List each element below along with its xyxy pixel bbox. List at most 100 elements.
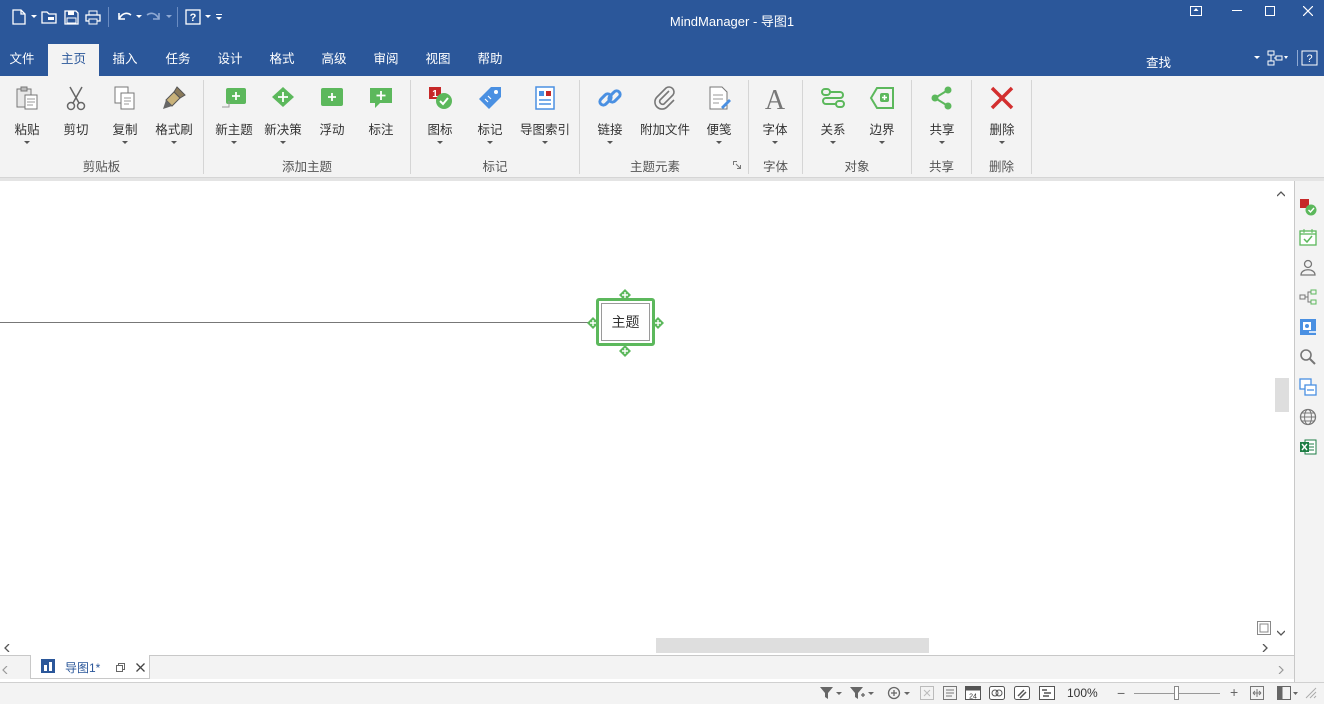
add-topic-handle-left[interactable] [587, 317, 599, 329]
layout-toggle-icon[interactable] [1276, 685, 1300, 701]
tag-view-icon[interactable] [1013, 685, 1031, 701]
scroll-right-icon[interactable] [1262, 641, 1268, 655]
tab-home[interactable]: 主页 [48, 44, 99, 76]
paste-button[interactable]: 粘贴 [8, 84, 46, 148]
horizontal-scroll-thumb[interactable] [656, 638, 929, 653]
chevron-down-icon [716, 141, 722, 144]
document-tab[interactable]: 导图1* [30, 655, 150, 679]
horizontal-scrollbar[interactable] [0, 637, 1274, 655]
ribbon-display-icon[interactable] [1181, 0, 1211, 22]
map-index-button[interactable]: 导图索引 [518, 84, 572, 148]
copy-icon [111, 84, 139, 112]
link-button[interactable]: 链接 [594, 84, 626, 148]
relationship-button[interactable]: 关系 [817, 84, 849, 148]
tab-insert[interactable]: 插入 [103, 44, 147, 76]
format-painter-button[interactable]: 格式刷 [152, 84, 196, 148]
fit-map-icon[interactable] [918, 685, 936, 701]
callout-button[interactable]: 标注 [365, 84, 397, 148]
close-tab-icon[interactable] [136, 661, 145, 675]
layout-icon[interactable] [1267, 48, 1289, 68]
markers-pane-icon[interactable] [1297, 196, 1319, 218]
maximize-icon[interactable] [1255, 0, 1285, 22]
chevron-down-icon [171, 141, 177, 144]
paperclip-icon [651, 84, 679, 112]
zoom-out-icon[interactable]: − [1117, 686, 1125, 700]
zoom-level: 100% [1067, 686, 1098, 700]
dialog-launcher-icon[interactable] [733, 158, 741, 169]
icon-button[interactable]: 1 图标 [424, 84, 456, 148]
chevron-down-icon[interactable] [1254, 48, 1260, 68]
link-icon [596, 84, 624, 112]
cut-button[interactable]: 剪切 [58, 84, 94, 148]
new-topic-button[interactable]: 新主题 [214, 84, 254, 148]
gantt-view-icon[interactable] [1038, 685, 1056, 701]
tab-task[interactable]: 任务 [156, 44, 200, 76]
close-icon[interactable] [1293, 0, 1323, 22]
tab-advanced[interactable]: 高级 [312, 44, 356, 76]
minimize-icon[interactable] [1222, 0, 1252, 22]
resources-icon[interactable] [1297, 256, 1319, 278]
notes-icon [705, 84, 733, 112]
group-label-objects: 对象 [844, 160, 870, 174]
copy-button[interactable]: 复制 [106, 84, 144, 148]
tag-button[interactable]: 标记 [474, 84, 506, 148]
map-parts-icon[interactable] [1297, 286, 1319, 308]
scroll-down-icon[interactable] [1276, 625, 1286, 639]
central-topic[interactable]: 主题 [596, 298, 655, 346]
tab-scroll-left-icon[interactable] [2, 663, 8, 677]
tab-file[interactable]: 文件 [0, 44, 44, 76]
window-title: MindManager - 导图1 [669, 14, 795, 29]
scroll-left-icon[interactable] [4, 641, 10, 655]
tab-help[interactable]: 帮助 [468, 44, 512, 76]
topic-expand-icon[interactable] [886, 685, 914, 701]
chevron-down-icon [607, 141, 613, 144]
zoom-in-icon[interactable]: + [1230, 685, 1238, 699]
share-button[interactable]: 共享 [926, 84, 958, 148]
tab-format[interactable]: 格式 [260, 44, 304, 76]
add-topic-handle-right[interactable] [652, 317, 664, 329]
scroll-up-icon[interactable] [1276, 186, 1286, 200]
outline-view-icon[interactable] [941, 685, 959, 701]
delete-icon [988, 84, 1016, 112]
tab-view[interactable]: 视图 [416, 44, 460, 76]
fit-page-icon[interactable] [1248, 685, 1266, 701]
scissors-icon [62, 84, 90, 112]
vertical-scroll-thumb[interactable] [1275, 378, 1289, 412]
overview-icon[interactable] [1257, 621, 1271, 638]
font-button[interactable]: A 字体 [759, 84, 791, 148]
tab-design[interactable]: 设计 [208, 44, 252, 76]
svg-text:24: 24 [969, 694, 977, 701]
filter-advanced-icon[interactable] [848, 685, 876, 701]
search-box[interactable]: 查找 [1146, 52, 1171, 71]
browser-icon[interactable] [1297, 376, 1319, 398]
tab-scroll-right-icon[interactable] [1278, 663, 1284, 677]
task-pane-icon[interactable] [1297, 226, 1319, 248]
add-topic-handle-top[interactable] [619, 289, 631, 301]
font-icon: A [761, 84, 789, 112]
tab-review[interactable]: 审阅 [364, 44, 408, 76]
resize-grip-icon[interactable] [1304, 685, 1318, 701]
attach-file-button[interactable]: 附加文件 [639, 84, 691, 148]
filter-icon[interactable] [818, 685, 844, 701]
chevron-down-icon [542, 141, 548, 144]
chevron-down-icon [487, 141, 493, 144]
boundary-button[interactable]: 边界 [866, 84, 898, 148]
notes-button[interactable]: 便笺 [703, 84, 735, 148]
restore-window-icon[interactable] [116, 661, 125, 675]
svg-text:A: A [765, 85, 786, 111]
add-topic-handle-bottom[interactable] [619, 345, 631, 357]
excel-icon[interactable] [1297, 436, 1319, 458]
map-canvas[interactable] [0, 181, 1274, 637]
decision-icon [269, 84, 297, 112]
zoom-slider-thumb[interactable] [1174, 686, 1179, 700]
floating-topic-icon [318, 84, 346, 112]
delete-button[interactable]: 删除 [986, 84, 1018, 148]
help-icon[interactable]: ? [1297, 48, 1319, 68]
calendar-icon[interactable]: 24 [964, 685, 982, 701]
floating-topic-button[interactable]: 浮动 [316, 84, 348, 148]
globe-icon[interactable] [1297, 406, 1319, 428]
search-icon[interactable] [1297, 346, 1319, 368]
library-icon[interactable] [1297, 316, 1319, 338]
link-view-icon[interactable] [988, 685, 1006, 701]
new-decision-button[interactable]: 新决策 [263, 84, 303, 148]
